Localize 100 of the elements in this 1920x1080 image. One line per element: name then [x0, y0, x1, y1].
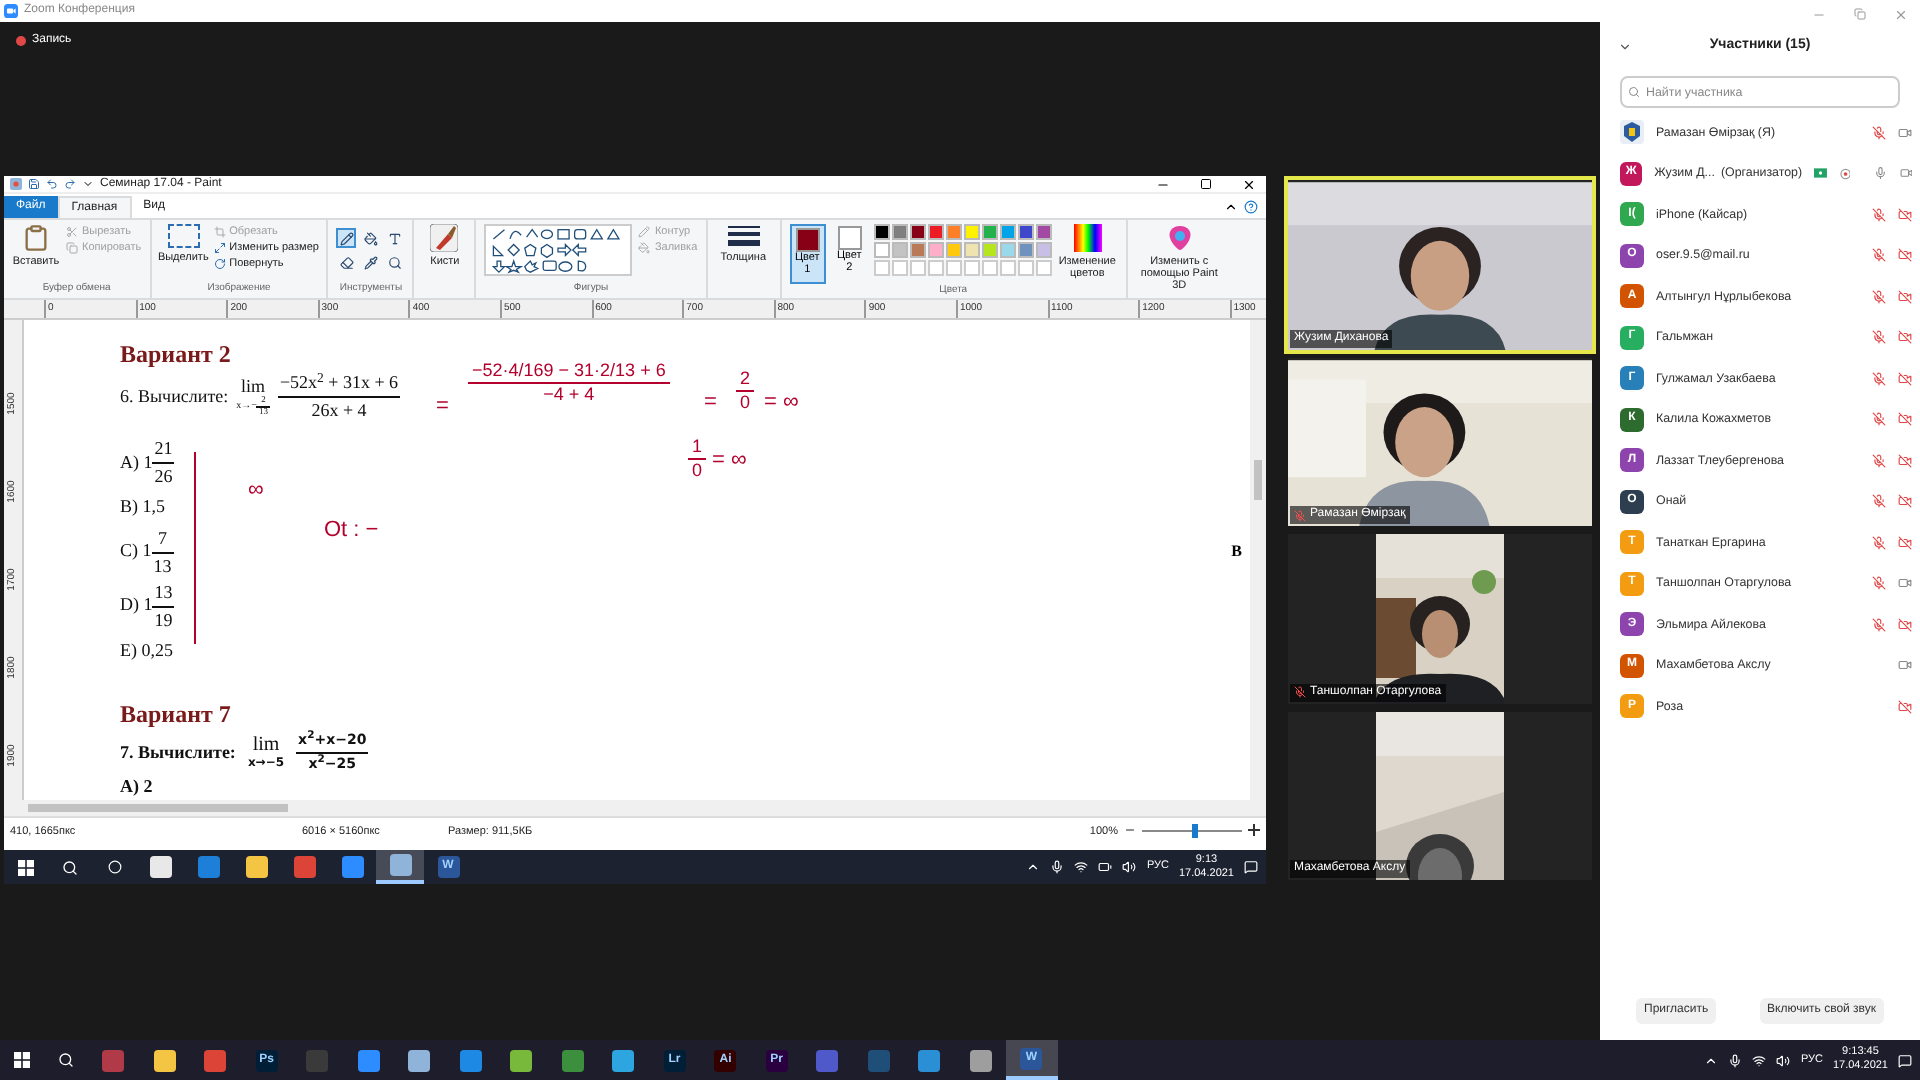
- formula-fraction: −52x$^{2}$ + 31x + 6 26x + 4: [277, 374, 401, 420]
- search-icon: [1628, 86, 1640, 98]
- task-label: 7. Вычислите:: [120, 739, 236, 766]
- palette-color[interactable]: [909, 224, 926, 240]
- help-icon[interactable]: [1244, 200, 1258, 214]
- palette-color[interactable]: [945, 242, 962, 258]
- selection-icon: [167, 224, 200, 248]
- cut-icon: [66, 226, 78, 238]
- copy-icon: [66, 242, 78, 254]
- palette-color[interactable]: [981, 242, 998, 258]
- paint-3d-icon: [1165, 224, 1194, 252]
- network-icon[interactable]: [1752, 1053, 1767, 1067]
- maximize-icon[interactable]: [1200, 178, 1212, 190]
- search-icon: [58, 1052, 74, 1068]
- palette-color[interactable]: [1017, 242, 1034, 258]
- answer-option: A) 2: [120, 774, 153, 800]
- variant-heading: Вариант 7: [120, 700, 233, 728]
- palette-color[interactable]: [927, 242, 944, 258]
- answer-option: B) 1,5: [120, 494, 165, 521]
- palette-color[interactable]: [927, 224, 944, 240]
- shapes-gallery[interactable]: [484, 224, 633, 276]
- tool-button[interactable]: [336, 252, 357, 272]
- network-icon[interactable]: [1074, 860, 1089, 874]
- paint-icon: [10, 178, 22, 190]
- clipboard-icon: [22, 224, 50, 252]
- windows-icon: [18, 859, 34, 875]
- limit-sign: lim: [252, 735, 280, 753]
- collapse-ribbon-icon[interactable]: [1224, 200, 1238, 214]
- tool-button[interactable]: [384, 228, 405, 248]
- pencil-icon: [339, 231, 354, 245]
- tool-button[interactable]: [336, 228, 357, 248]
- color-picker-icon: [363, 255, 378, 269]
- vertical-scrollbar[interactable]: [1250, 320, 1266, 800]
- caret-icon[interactable]: [82, 178, 94, 190]
- palette-color[interactable]: [1017, 224, 1034, 240]
- answer-option: C) 1: [120, 538, 152, 566]
- variant-heading: Вариант 2: [120, 340, 233, 368]
- palette-color[interactable]: [891, 242, 908, 258]
- handwritten-fraction: 1 0: [688, 436, 707, 482]
- palette-color[interactable]: [999, 224, 1016, 240]
- close-icon[interactable]: [1242, 177, 1256, 191]
- avatar-icon: [1620, 120, 1644, 145]
- handwritten-note: Ot : −: [324, 520, 379, 542]
- text-tool-icon: [387, 231, 402, 245]
- zoom-out-icon[interactable]: [1124, 824, 1136, 836]
- tool-button[interactable]: [384, 252, 405, 272]
- circle-icon: [107, 860, 121, 874]
- crop-icon: [213, 226, 226, 238]
- palette-color[interactable]: [1035, 242, 1052, 258]
- battery-icon[interactable]: [1098, 860, 1113, 874]
- notifications-icon[interactable]: [1244, 860, 1258, 874]
- answer-fraction: 21 26: [152, 440, 175, 486]
- collapse-icon[interactable]: [1618, 39, 1632, 53]
- magnifier-icon: [387, 255, 402, 269]
- undo-icon[interactable]: [46, 178, 58, 190]
- handwritten-note: = ∞: [712, 450, 747, 472]
- handwritten-fraction: −52·4/169 − 31·2/13 + 6 −4 + 4: [468, 360, 670, 406]
- palette-color[interactable]: [873, 224, 890, 240]
- rotate-icon: [213, 258, 226, 270]
- microphone-icon[interactable]: [1050, 860, 1065, 874]
- limit-sign: lim: [241, 378, 266, 396]
- palette-color[interactable]: [999, 242, 1016, 258]
- color-spectrum-icon: [1073, 224, 1102, 252]
- volume-icon[interactable]: [1776, 1053, 1791, 1067]
- slider-thumb[interactable]: [1192, 824, 1198, 838]
- palette-color[interactable]: [981, 224, 998, 240]
- answer-option: A) 1: [120, 449, 153, 477]
- paint-bucket-icon: [363, 231, 378, 245]
- horizontal-scrollbar[interactable]: [4, 800, 1266, 816]
- chevron-up-icon[interactable]: [1704, 1053, 1719, 1067]
- document-letter: В: [1231, 540, 1242, 564]
- notifications-icon[interactable]: [1898, 1053, 1912, 1067]
- redo-icon[interactable]: [64, 178, 76, 190]
- volume-icon[interactable]: [1122, 860, 1137, 874]
- palette-color[interactable]: [873, 242, 890, 258]
- zoom-in-icon[interactable]: [1248, 824, 1260, 836]
- save-icon[interactable]: [28, 178, 40, 190]
- answer-fraction: 13 19: [152, 583, 175, 629]
- task-label: 6. Вычислите:: [120, 383, 229, 410]
- answer-fraction: 7 13: [151, 529, 174, 575]
- handwritten-note: = ∞: [764, 392, 799, 414]
- handwritten-note: =: [704, 392, 717, 414]
- handwritten-note: =: [436, 396, 449, 418]
- tool-button[interactable]: [360, 252, 381, 272]
- microphone-icon[interactable]: [1728, 1053, 1743, 1067]
- palette-color[interactable]: [963, 242, 980, 258]
- palette-color[interactable]: [891, 224, 908, 240]
- palette-color[interactable]: [963, 224, 980, 240]
- palette-color[interactable]: [1035, 224, 1052, 240]
- palette-color[interactable]: [909, 242, 926, 258]
- chevron-up-icon[interactable]: [1026, 860, 1041, 874]
- line-thickness-icon: [727, 224, 760, 248]
- tool-button[interactable]: [360, 228, 381, 248]
- fill-icon: [638, 242, 651, 254]
- recording-icon: [1839, 167, 1851, 180]
- screen-share-icon: [1814, 168, 1828, 179]
- answer-option: D) 1: [120, 592, 153, 620]
- eraser-icon: [339, 255, 354, 269]
- palette-color[interactable]: [945, 224, 962, 240]
- search-icon: [62, 859, 78, 875]
